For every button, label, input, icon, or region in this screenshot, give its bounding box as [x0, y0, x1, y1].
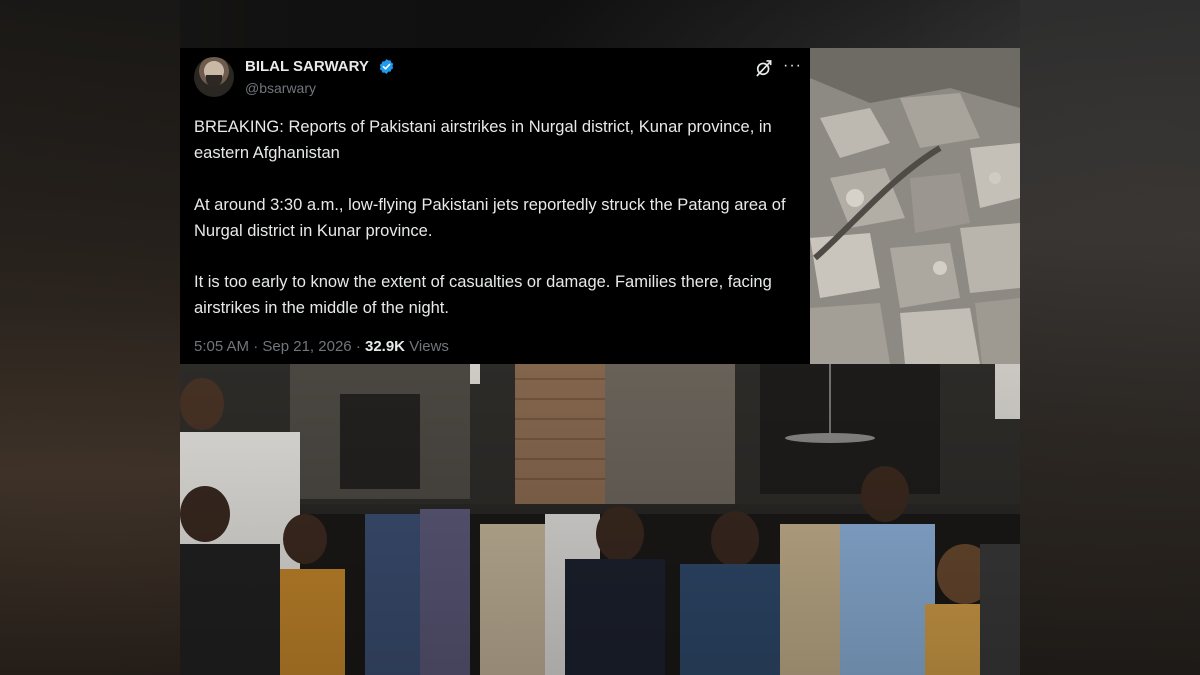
meta-separator-2: ·	[355, 338, 361, 355]
blurred-background-right	[1020, 0, 1200, 675]
author-handle[interactable]: @bsarwary	[245, 80, 316, 96]
crowd-photo-art	[180, 364, 1020, 675]
rubble-photo-art	[810, 48, 1020, 364]
author-name[interactable]: BILAL SARWARY	[245, 58, 369, 75]
rubble-photo	[810, 48, 1020, 364]
views-count[interactable]: 32.9K	[365, 338, 405, 355]
grok-icon[interactable]	[754, 58, 774, 78]
views-label: Views	[409, 338, 449, 355]
tweet-card: BILAL SARWARY @bsarwary ··· BREAKING: Re…	[180, 48, 810, 364]
tweet-paragraph-1: BREAKING: Reports of Pakistani airstrike…	[194, 118, 772, 162]
tweet-paragraph-3: It is too early to know the extent of ca…	[194, 273, 772, 317]
news-graphic: BILAL SARWARY @bsarwary ··· BREAKING: Re…	[0, 0, 1200, 675]
avatar[interactable]	[194, 57, 234, 97]
crowd-photo	[180, 364, 1020, 675]
tweet-date[interactable]: Sep 21, 2026	[262, 338, 351, 355]
tweet-paragraph-2: At around 3:30 a.m., low-flying Pakistan…	[194, 196, 786, 240]
blurred-background-left	[0, 0, 180, 675]
meta-separator: ·	[253, 338, 259, 355]
more-options-icon[interactable]: ···	[783, 56, 803, 76]
tweet-time[interactable]: 5:05 AM	[194, 338, 249, 355]
tweet-metadata: 5:05 AM · Sep 21, 2026 · 32.9K Views	[194, 338, 449, 355]
verified-badge-icon	[379, 59, 394, 74]
